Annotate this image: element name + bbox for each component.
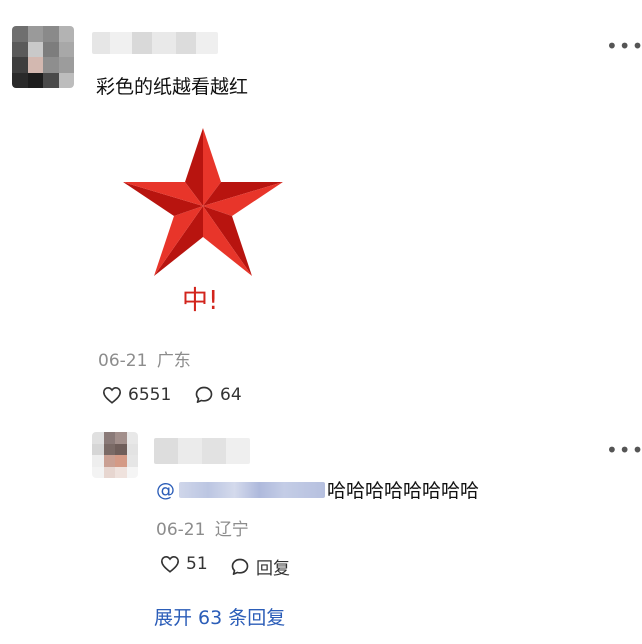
author-name-redacted[interactable] xyxy=(92,32,218,54)
post-more-icon[interactable]: ••• xyxy=(606,36,642,56)
post-meta: 06-21 广东 xyxy=(98,346,191,371)
post-image[interactable]: 中! xyxy=(118,122,288,322)
reply-more-icon[interactable]: ••• xyxy=(606,440,642,460)
post-text: 彩色的纸越看越红 xyxy=(96,76,249,98)
post-like-button[interactable]: 6551 xyxy=(102,385,171,405)
reply-meta: 06-21 辽宁 xyxy=(156,515,249,540)
red-star-icon xyxy=(123,128,283,276)
reply-author-name-redacted[interactable] xyxy=(154,438,250,464)
reply-like-button[interactable]: 51 xyxy=(160,554,208,574)
expand-replies-link[interactable]: 展开 63 条回复 xyxy=(154,603,285,630)
comment-icon xyxy=(231,558,249,575)
comment-icon xyxy=(195,386,213,403)
reply-reply-button[interactable]: 回复 xyxy=(230,554,290,579)
post-comment-button[interactable]: 64 xyxy=(194,385,242,405)
reply-avatar[interactable] xyxy=(92,432,138,478)
reply-mention-redacted[interactable] xyxy=(179,481,325,498)
post-date: 06-21 xyxy=(98,351,148,371)
heart-icon xyxy=(102,386,122,404)
reply-text-line: @ 哈哈哈哈哈哈哈哈 xyxy=(156,476,479,503)
post-location: 广东 xyxy=(156,351,191,371)
reply-reply-label: 回复 xyxy=(256,559,290,579)
post-comment-count: 64 xyxy=(220,385,242,405)
reply-date: 06-21 xyxy=(156,520,206,540)
star-caption: 中! xyxy=(182,286,219,316)
post-like-count: 6551 xyxy=(128,385,172,405)
reply-like-count: 51 xyxy=(186,554,208,574)
author-avatar[interactable] xyxy=(12,26,74,88)
reply-location: 辽宁 xyxy=(214,520,249,540)
heart-icon xyxy=(160,555,180,573)
reply-text: 哈哈哈哈哈哈哈哈 xyxy=(327,480,480,502)
reply-mention-at[interactable]: @ xyxy=(156,479,175,501)
